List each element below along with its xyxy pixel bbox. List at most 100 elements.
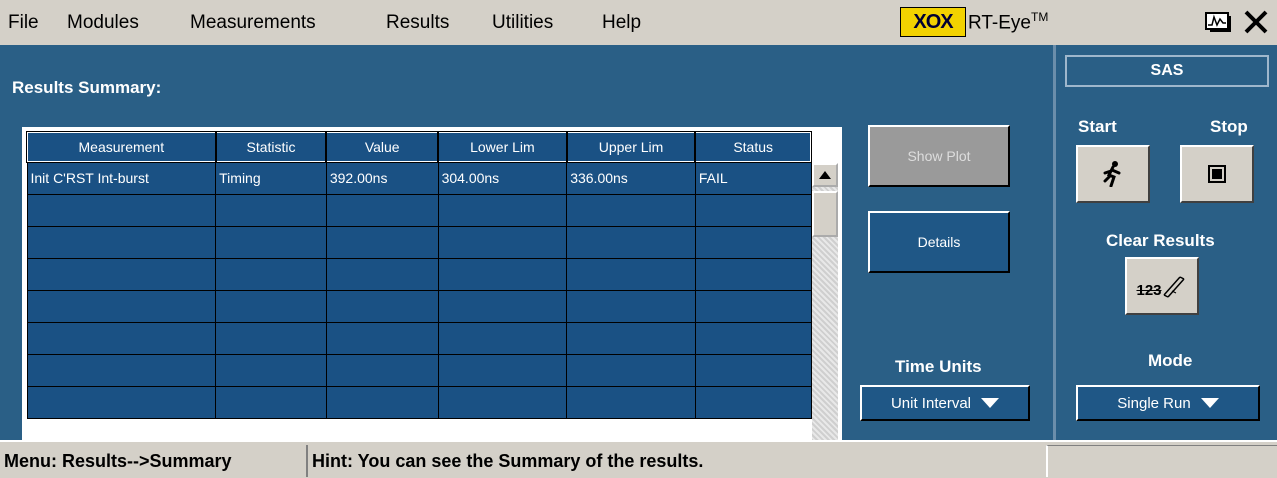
cell-upper-lim (566, 257, 696, 291)
cell-value (325, 321, 439, 355)
clear-results-button[interactable]: 123 (1125, 257, 1199, 315)
running-man-icon (1103, 161, 1121, 187)
cell-upper-lim (566, 225, 696, 259)
show-plot-button[interactable]: Show Plot (868, 125, 1010, 187)
cell-measurement (26, 385, 217, 419)
cell-statistic (215, 193, 327, 227)
cell-statistic: Timing (215, 161, 327, 195)
brand-name: RT-Eye (968, 12, 1032, 34)
cell-upper-lim (566, 289, 696, 323)
cell-lower-lim (437, 289, 568, 323)
waveform-window-icon (1204, 12, 1231, 32)
table-scrollbar[interactable] (812, 163, 838, 470)
cell-measurement (26, 353, 217, 387)
cell-value (325, 225, 439, 259)
cell-status (694, 193, 812, 227)
clear-results-label: Clear Results (1106, 231, 1215, 250)
column-header-lower-lim[interactable]: Lower Lim (437, 131, 568, 163)
stop-label: Stop (1210, 117, 1248, 136)
minimize-button[interactable] (1201, 7, 1234, 37)
mode-value: Single Run (1117, 394, 1191, 412)
menu-results[interactable]: Results (386, 12, 449, 34)
brand-logo: XOX (900, 7, 966, 37)
status-menu-path: Menu: Results-->Summary (4, 450, 232, 471)
stop-button[interactable] (1180, 145, 1254, 203)
cell-lower-lim (437, 321, 568, 355)
table-row[interactable] (26, 385, 812, 419)
table-header-row: Measurement Statistic Value Lower Lim Up… (26, 131, 812, 163)
menu-utilities[interactable]: Utilities (492, 12, 553, 34)
control-panel: SAS Start Stop Clear Results 123 Mode Si… (1053, 45, 1277, 440)
cell-statistic (215, 353, 327, 387)
cell-status (694, 321, 812, 355)
table-row[interactable] (26, 321, 812, 355)
start-button[interactable] (1076, 145, 1150, 203)
menu-help[interactable]: Help (602, 12, 641, 34)
column-header-statistic[interactable]: Statistic (214, 131, 328, 163)
menu-bar: File Modules Measurements Results Utilit… (0, 0, 1277, 45)
column-header-upper-lim[interactable]: Upper Lim (565, 131, 697, 163)
cell-measurement (26, 225, 217, 259)
cell-measurement (26, 193, 217, 227)
scroll-up-button[interactable] (812, 163, 838, 187)
cell-lower-lim (437, 385, 568, 419)
cell-lower-lim (437, 193, 568, 227)
chevron-down-icon (981, 398, 1000, 408)
cell-lower-lim (437, 225, 568, 259)
cell-status (694, 353, 812, 387)
table-row[interactable] (26, 225, 812, 259)
triangle-up-icon (819, 171, 831, 179)
menu-modules[interactable]: Modules (67, 12, 139, 34)
brand-tm: TM (1031, 9, 1049, 24)
results-panel: Results Summary: Measurement Statistic V… (0, 45, 1053, 472)
column-header-status[interactable]: Status (694, 131, 812, 163)
cell-upper-lim (566, 385, 696, 419)
start-label: Start (1078, 117, 1117, 136)
scroll-thumb[interactable] (812, 191, 838, 237)
cell-lower-lim: 304.00ns (437, 161, 568, 195)
cell-value (325, 353, 439, 387)
brand: XOX RT-EyeTM (900, 6, 1048, 38)
cell-value: 392.00ns (325, 161, 439, 195)
cell-value (325, 257, 439, 291)
time-units-dropdown[interactable]: Unit Interval (860, 385, 1030, 421)
cell-statistic (215, 321, 327, 355)
cell-value (325, 385, 439, 419)
cell-upper-lim (566, 193, 696, 227)
status-bar: Menu: Results-->Summary Hint: You can se… (0, 440, 1277, 478)
table-row[interactable] (26, 193, 812, 227)
time-units-value: Unit Interval (890, 394, 972, 412)
close-button[interactable] (1238, 7, 1274, 37)
standard-sas-button[interactable]: SAS (1065, 55, 1269, 87)
mode-dropdown[interactable]: Single Run (1076, 385, 1260, 421)
cell-statistic (215, 385, 327, 419)
chevron-down-icon (1200, 398, 1219, 408)
table-row[interactable] (26, 257, 812, 291)
stop-square-icon (1208, 165, 1226, 183)
cell-status (694, 225, 812, 259)
menu-measurements[interactable]: Measurements (190, 12, 316, 34)
cell-measurement (26, 257, 217, 291)
time-units-label: Time Units (895, 357, 982, 376)
table-row[interactable]: Init C'RST Int-burst Timing 392.00ns 304.00… (26, 161, 812, 195)
column-header-value[interactable]: Value (325, 131, 440, 163)
cell-statistic (215, 257, 327, 291)
page-title: Results Summary: (12, 78, 162, 97)
table-row[interactable] (26, 353, 812, 387)
cell-statistic (215, 225, 327, 259)
cell-statistic (215, 289, 327, 323)
cell-upper-lim: 336.00ns (566, 161, 696, 195)
cell-status: FAIL (694, 161, 812, 195)
cell-status (694, 385, 812, 419)
status-hint: Hint: You can see the Summary of the res… (306, 445, 1046, 477)
details-button[interactable]: Details (868, 211, 1010, 273)
menu-file[interactable]: File (8, 12, 39, 34)
mode-label: Mode (1148, 351, 1193, 370)
clear-icon-text: 123 (1136, 282, 1162, 299)
table-row[interactable] (26, 289, 812, 323)
cell-value (325, 289, 439, 323)
column-header-measurement[interactable]: Measurement (26, 131, 217, 163)
cell-upper-lim (566, 353, 696, 387)
cell-lower-lim (437, 257, 568, 291)
cell-status (694, 289, 812, 323)
